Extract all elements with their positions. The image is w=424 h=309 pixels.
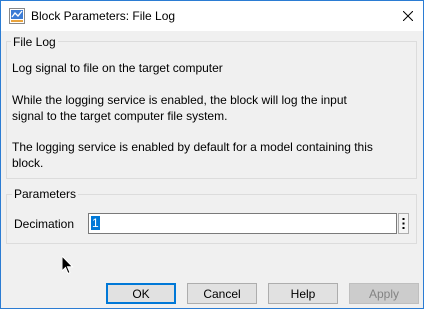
apply-button[interactable]: Apply <box>349 283 419 304</box>
ok-button[interactable]: OK <box>106 283 176 304</box>
help-button[interactable]: Help <box>268 283 338 304</box>
description-line: signal to the target computer file syste… <box>12 109 228 123</box>
dialog-window: Block Parameters: File Log File Log Log … <box>0 0 424 309</box>
decimation-value: 1 <box>91 216 100 230</box>
dialog-body: File Log Log signal to file on the targe… <box>1 31 423 308</box>
parameters-group-label: Parameters <box>12 187 79 201</box>
simulink-block-icon <box>9 8 25 24</box>
description-line: Log signal to file on the target compute… <box>12 61 223 75</box>
description-line: block. <box>12 156 44 170</box>
close-icon <box>403 11 413 21</box>
decimation-input[interactable]: 1 <box>88 213 397 234</box>
decimation-label: Decimation <box>14 217 75 231</box>
decimation-options-button[interactable] <box>398 213 409 234</box>
more-options-icon <box>402 218 405 229</box>
close-button[interactable] <box>393 1 423 31</box>
description-line: While the logging service is enabled, th… <box>12 93 347 107</box>
window-title: Block Parameters: File Log <box>31 9 176 23</box>
cancel-button[interactable]: Cancel <box>187 283 257 304</box>
title-bar[interactable]: Block Parameters: File Log <box>1 1 423 31</box>
mouse-cursor-icon <box>62 256 74 275</box>
description-group-label: File Log <box>11 35 58 49</box>
description-line: The logging service is enabled by defaul… <box>12 140 373 154</box>
